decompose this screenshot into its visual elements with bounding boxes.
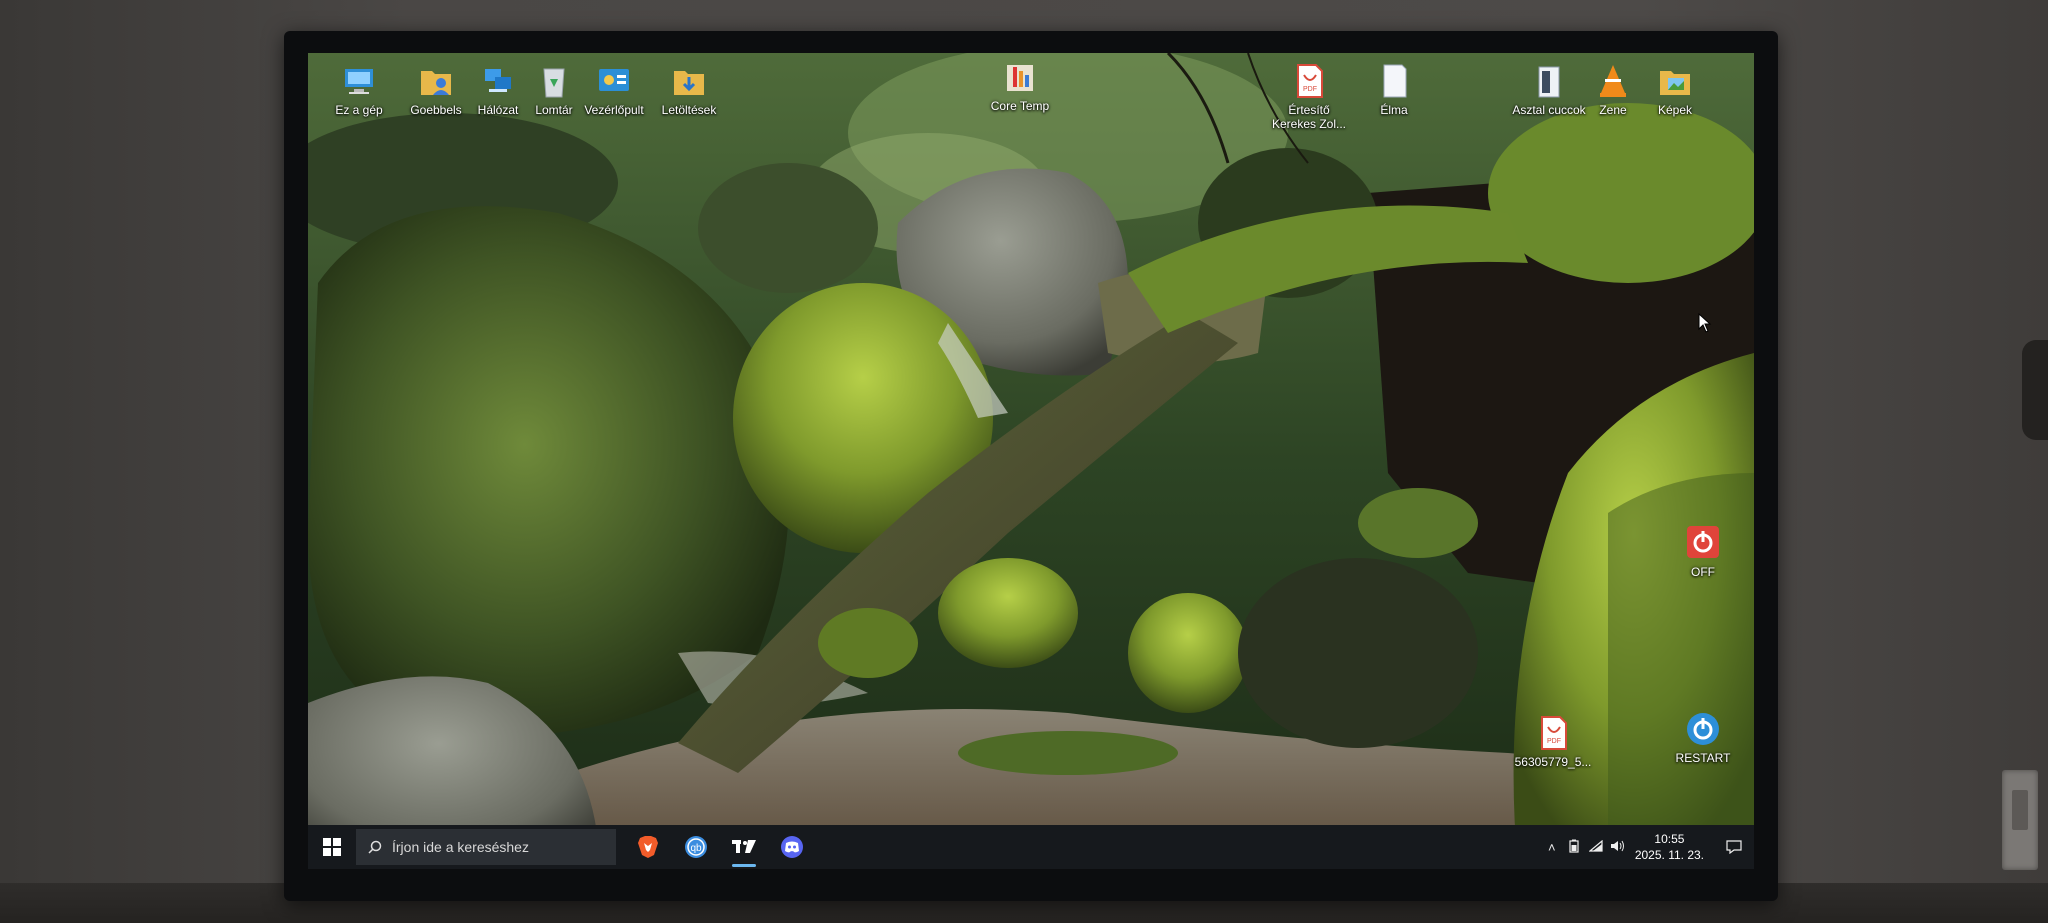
icon-label: Élma (1380, 103, 1408, 117)
notification-center-button[interactable] (1714, 825, 1754, 869)
desktop-screen: Ez a gép Goebbels Hálózat Lomtár Vezérlő… (308, 53, 1754, 869)
tradingview-icon (732, 840, 756, 853)
discord-icon (781, 836, 803, 858)
mouse-cursor-icon (1698, 313, 1712, 333)
icon-label: Letöltések (661, 103, 717, 117)
desktop-icon-elma[interactable]: Élma (1349, 61, 1439, 117)
desktop-icon-restart[interactable]: RESTART (1663, 709, 1743, 765)
folder-shortcut-icon (1530, 61, 1568, 101)
taskbar-clock[interactable]: 10:55 2025. 11. 23. (1635, 831, 1704, 863)
icon-label: 56305779_5... (1514, 755, 1592, 769)
battery-icon[interactable] (1563, 839, 1585, 856)
wall-switch (2002, 770, 2038, 870)
icon-label: Core Temp (990, 99, 1050, 113)
taskbar-app-qbittorrent[interactable]: qb (672, 825, 720, 869)
volume-icon[interactable] (1607, 840, 1629, 855)
taskbar-app-discord[interactable] (768, 825, 816, 869)
icon-label: RESTART (1675, 751, 1731, 765)
icon-label: Képek (1657, 103, 1693, 117)
clock-date: 2025. 11. 23. (1634, 848, 1704, 862)
pictures-folder-icon (1656, 61, 1694, 101)
search-placeholder: Írjon ide a kereséshez (392, 839, 529, 855)
pdf-icon: PDF (1290, 61, 1328, 101)
taskbar-app-tradingview[interactable] (720, 825, 768, 869)
control-panel-icon (595, 61, 633, 101)
taskbar: Írjon ide a kereséshez qb ˄ 10:55 2025. … (308, 825, 1754, 869)
core-temp-icon (1001, 57, 1039, 97)
start-button[interactable] (308, 825, 356, 869)
desktop-icon-pdf-56305779[interactable]: PDF 56305779_5... (1508, 713, 1598, 769)
recycle-bin-icon (535, 61, 573, 101)
taskbar-search-box[interactable]: Írjon ide a kereséshez (356, 829, 616, 865)
qbittorrent-icon: qb (685, 836, 707, 858)
taskbar-app-brave[interactable] (624, 825, 672, 869)
desktop-icon-kepek[interactable]: Képek (1630, 61, 1720, 117)
desktop-icon-off[interactable]: OFF (1668, 523, 1738, 579)
chevron-up-icon[interactable]: ˄ (1541, 840, 1563, 855)
user-folder-icon (417, 61, 455, 101)
desktop-icon-ertesito[interactable]: PDF Értesítő Kerekes Zol... (1266, 61, 1352, 131)
wifi-icon[interactable] (1585, 839, 1607, 855)
icon-label: OFF (1691, 565, 1715, 579)
vlc-icon (1594, 61, 1632, 101)
system-tray: ˄ 10:55 2025. 11. 23. (1541, 825, 1754, 869)
downloads-folder-icon (670, 61, 708, 101)
windows-logo-icon (323, 838, 341, 856)
monitor-bezel: Ez a gép Goebbels Hálózat Lomtár Vezérlő… (284, 31, 1778, 901)
document-icon (1375, 61, 1413, 101)
desktop-icon-core-temp[interactable]: Core Temp (975, 57, 1065, 113)
restart-icon (1684, 709, 1722, 749)
svg-text:PDF: PDF (1303, 86, 1317, 93)
svg-text:PDF: PDF (1547, 738, 1561, 745)
brave-icon (638, 836, 658, 858)
power-off-icon (1684, 523, 1722, 563)
wall-object (2022, 340, 2048, 440)
desktop-icon-letoltesek[interactable]: Letöltések (644, 61, 734, 117)
pc-icon (340, 61, 378, 101)
notification-icon (1726, 840, 1742, 854)
search-icon (368, 840, 382, 854)
icon-label: Értesítő Kerekes Zol... (1271, 103, 1347, 131)
clock-time: 10:55 (1654, 832, 1685, 846)
svg-text:qb: qb (690, 843, 702, 854)
pdf-icon: PDF (1534, 713, 1572, 753)
